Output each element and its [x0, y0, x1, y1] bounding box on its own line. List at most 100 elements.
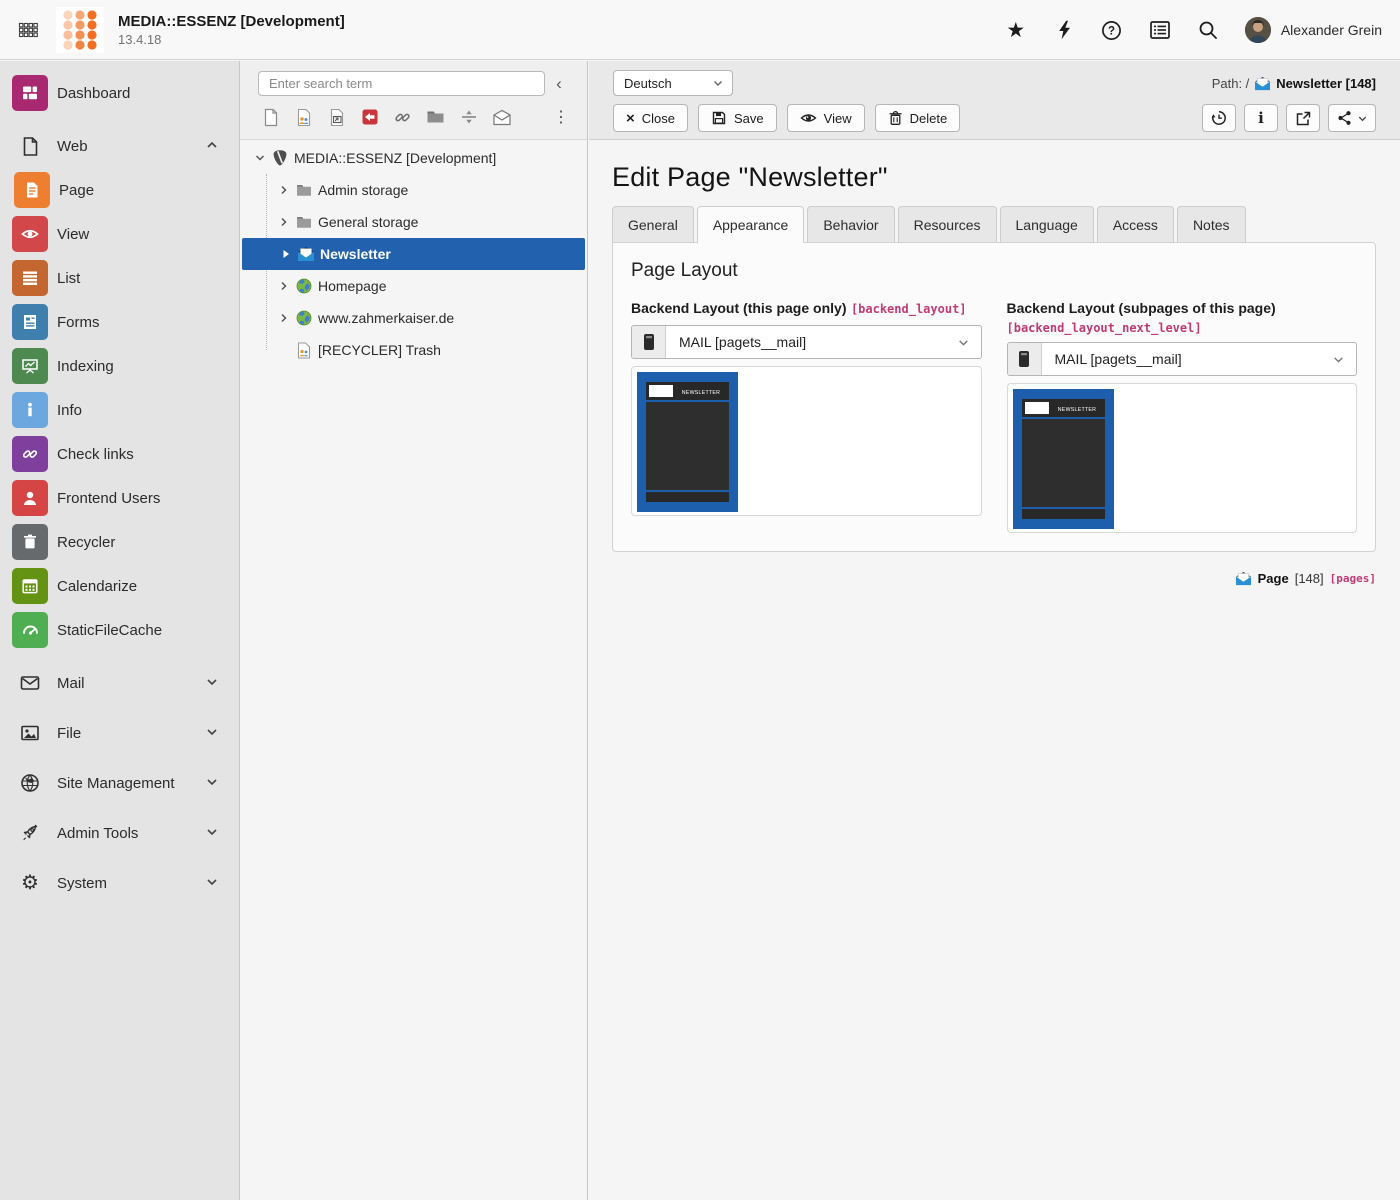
tree-node-label: Admin storage	[318, 182, 408, 198]
sidebar-group-file[interactable]: File	[0, 711, 239, 755]
sidebar-item-recycler[interactable]: Recycler	[0, 520, 239, 564]
tree-node-label: General storage	[318, 214, 418, 230]
sidebar-item-label: Frontend Users	[57, 490, 229, 507]
tab-notes[interactable]: Notes	[1177, 206, 1246, 242]
folder-icon[interactable]	[423, 105, 448, 129]
help-icon[interactable]: ?	[1101, 19, 1123, 41]
collapse-tree-icon[interactable]: ‹	[545, 71, 573, 96]
page-mountpoint-icon[interactable]	[357, 105, 382, 129]
history-button[interactable]	[1202, 104, 1236, 132]
tree-node-general-storage[interactable]: General storage	[240, 206, 587, 238]
user-menu[interactable]: Alexander Grein	[1245, 17, 1382, 43]
close-button[interactable]: × Close	[613, 104, 688, 132]
sidebar-item-forms[interactable]: Forms	[0, 300, 239, 344]
sidebar-group-admin-tools[interactable]: Admin Tools	[0, 811, 239, 855]
sidebar-item-indexing[interactable]: Indexing	[0, 344, 239, 388]
sidebar-item-dashboard[interactable]: Dashboard	[0, 71, 239, 115]
svg-text:NEWSLETTER: NEWSLETTER	[682, 390, 720, 396]
tree-node-admin-storage[interactable]: Admin storage	[240, 174, 587, 206]
page-backend-users-icon[interactable]	[291, 105, 316, 129]
chevron-right-icon[interactable]	[276, 216, 292, 228]
tab-bar: General Appearance Behavior Resources La…	[612, 206, 1376, 242]
tree-node-recycler-trash[interactable]: [RECYCLER] Trash	[240, 334, 587, 366]
tab-resources[interactable]: Resources	[898, 206, 997, 242]
field-backend-layout: Backend Layout (this page only) [backend…	[631, 299, 982, 516]
tab-language[interactable]: Language	[1000, 206, 1094, 242]
eye-icon	[800, 111, 817, 125]
mail-page-icon	[1235, 571, 1252, 586]
page-link-icon[interactable]	[390, 105, 415, 129]
chevron-right-icon[interactable]	[276, 280, 292, 292]
chevron-up-icon	[205, 138, 221, 154]
breadcrumb: Path: / Newsletter [148]	[1212, 76, 1376, 91]
tab-behavior[interactable]: Behavior	[807, 206, 894, 242]
site-globe-icon	[294, 278, 314, 294]
language-select[interactable]: Deutsch	[613, 70, 733, 96]
tab-access[interactable]: Access	[1097, 206, 1174, 242]
save-floppy-icon	[711, 110, 727, 126]
page-shortcut-icon[interactable]	[324, 105, 349, 129]
sidebar-item-list[interactable]: List	[0, 256, 239, 300]
forms-icon	[12, 304, 48, 340]
chevron-right-icon[interactable]	[276, 184, 292, 196]
layout-preview-box: NEWSLETTER	[631, 366, 982, 516]
open-new-window-button[interactable]	[1286, 104, 1320, 132]
sidebar-item-check-links[interactable]: Check links	[0, 432, 239, 476]
path-prefix: Path: /	[1212, 76, 1250, 91]
module-menu: Dashboard Web Page View List Forms	[0, 61, 240, 1200]
web-document-icon	[12, 128, 48, 164]
doc-header: Deutsch Path: / Newsletter [148] × Close	[589, 61, 1400, 140]
sidebar-item-label: Dashboard	[57, 85, 229, 102]
sidebar-item-label: Page	[59, 182, 229, 199]
sidebar-group-label: Admin Tools	[57, 825, 205, 842]
image-icon	[12, 715, 48, 751]
divider-page-icon[interactable]	[456, 105, 481, 129]
chevron-right-icon[interactable]	[276, 312, 292, 324]
sidebar-group-system[interactable]: ⚙ System	[0, 861, 239, 905]
chevron-down-icon[interactable]	[252, 152, 268, 164]
sidebar-item-label: View	[57, 226, 229, 243]
tab-general[interactable]: General	[612, 206, 694, 242]
page-tree-toolbar: ‹	[240, 61, 587, 140]
layout-preview-thumbnail: NEWSLETTER	[637, 372, 738, 512]
tree-node-label: Newsletter	[320, 246, 391, 262]
sidebar-item-calendarize[interactable]: Calendarize	[0, 564, 239, 608]
sidebar-item-staticfilecache[interactable]: StaticFileCache	[0, 608, 239, 652]
search-icon[interactable]	[1197, 19, 1219, 41]
sidebar-group-web[interactable]: Web	[0, 124, 239, 168]
flush-cache-bolt-icon[interactable]	[1053, 19, 1075, 41]
sidebar-item-page[interactable]: Page	[0, 168, 239, 212]
page-icon	[14, 172, 50, 208]
mail-page-new-icon[interactable]	[489, 105, 514, 129]
backend-layout-next-level-select[interactable]: MAIL [pagets__mail]	[1007, 342, 1358, 376]
tree-node-zahmerkaiser[interactable]: www.zahmerkaiser.de	[240, 302, 587, 334]
tree-node-root[interactable]: MEDIA::ESSENZ [Development]	[240, 142, 587, 174]
sidebar-group-label: Site Management	[57, 775, 205, 792]
chevron-right-filled-icon[interactable]	[278, 248, 294, 260]
tree-more-menu-icon[interactable]: ⋮	[549, 105, 573, 129]
delete-button[interactable]: Delete	[875, 104, 961, 132]
backend-layout-select[interactable]: MAIL [pagets__mail]	[631, 325, 982, 359]
tab-appearance[interactable]: Appearance	[697, 206, 805, 243]
avatar	[1245, 17, 1271, 43]
save-button[interactable]: Save	[698, 104, 777, 132]
sidebar-group-site-management[interactable]: Site Management	[0, 761, 239, 805]
chevron-down-icon	[205, 775, 221, 791]
tree-node-label: www.zahmerkaiser.de	[318, 310, 454, 326]
sidebar-item-frontend-users[interactable]: Frontend Users	[0, 476, 239, 520]
apps-grid-icon[interactable]	[0, 0, 56, 60]
view-button[interactable]: View	[787, 104, 865, 132]
backend-layout-icon	[632, 326, 666, 358]
system-information-icon[interactable]	[1149, 19, 1171, 41]
share-button[interactable]	[1328, 104, 1376, 132]
sidebar-item-info[interactable]: Info	[0, 388, 239, 432]
new-page-icon[interactable]	[258, 105, 283, 129]
sidebar-item-view[interactable]: View	[0, 212, 239, 256]
sidebar-group-mail[interactable]: Mail	[0, 661, 239, 705]
calendar-icon	[12, 568, 48, 604]
tree-node-newsletter[interactable]: Newsletter	[242, 238, 585, 270]
tree-search-input[interactable]	[258, 71, 545, 96]
info-button[interactable]: i	[1244, 104, 1278, 132]
bookmark-star-icon[interactable]: ★	[1005, 19, 1027, 41]
tree-node-homepage[interactable]: Homepage	[240, 270, 587, 302]
